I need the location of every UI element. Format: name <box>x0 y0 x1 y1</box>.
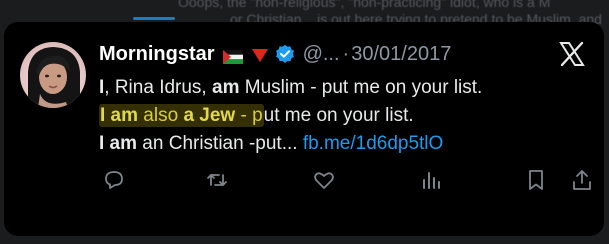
text-segment: ut me on your list. <box>263 105 414 126</box>
author-name[interactable]: Morningstar <box>99 43 215 66</box>
avatar-photo-icon <box>28 47 80 108</box>
avatar[interactable] <box>20 42 86 108</box>
bookmark-icon[interactable] <box>524 168 548 192</box>
tweet-line: I am an Christian -put... fb.me/1d6dp5tl… <box>99 130 559 158</box>
background-tab-indicator <box>133 17 175 20</box>
views-icon[interactable] <box>419 168 443 192</box>
red-triangle-icon <box>251 46 269 62</box>
text-segment: am <box>212 77 240 98</box>
verified-badge-icon <box>275 44 295 64</box>
text-segment: I am <box>100 105 139 126</box>
separator-dot: · <box>342 42 350 65</box>
tweet-header: Morningstar @... · 30/01/2017 <box>99 40 451 68</box>
highlighted-phrase: I am also a Jew - p <box>99 104 264 127</box>
text-segment: Muslim - put me on your list. <box>239 77 483 98</box>
tweet-date[interactable]: 30/01/2017 <box>351 43 451 66</box>
tweet-line: I, Rina Idrus, am Muslim - put me on you… <box>99 74 559 102</box>
text-segment: I am <box>99 133 138 154</box>
palestine-flag-icon <box>222 47 243 64</box>
tweet-actions <box>102 168 591 198</box>
text-segment: an Christian -put... <box>137 133 303 154</box>
text-segment: also <box>138 105 184 126</box>
reply-icon[interactable] <box>102 168 126 192</box>
text-segment: a Jew <box>183 105 236 126</box>
author-handle[interactable]: @... <box>303 43 340 66</box>
share-icon[interactable] <box>570 168 594 192</box>
tweet-text: I, Rina Idrus, am Muslim - put me on you… <box>99 74 559 158</box>
like-icon[interactable] <box>312 168 336 192</box>
tweet-card[interactable]: Morningstar @... · 30/01/2017 I, Rina Id… <box>4 22 604 236</box>
x-logo-icon[interactable] <box>554 36 590 72</box>
tweet-link[interactable]: fb.me/1d6dp5tlO <box>303 133 443 154</box>
tweet-line-highlighted: I am also a Jew - put me on your list. <box>99 102 559 130</box>
text-segment: - p <box>235 105 263 126</box>
text-segment: , Rina Idrus, <box>104 77 212 98</box>
retweet-icon[interactable] <box>205 168 229 192</box>
background-text-line: Ooops, the "non-religious", "non-practic… <box>178 0 551 10</box>
